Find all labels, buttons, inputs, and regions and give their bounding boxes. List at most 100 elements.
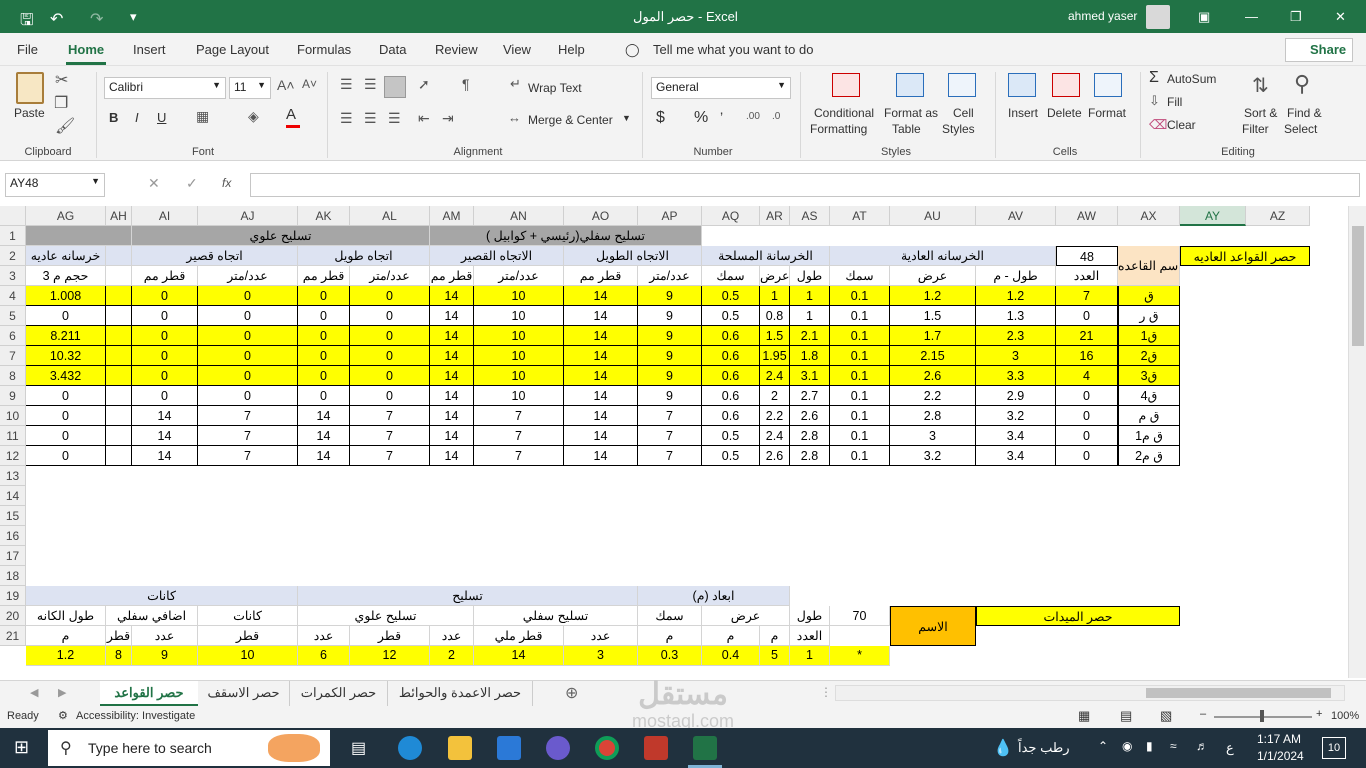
data-cell[interactable]: 1 (790, 286, 830, 306)
currency-icon[interactable]: $ (656, 109, 665, 127)
mail-icon[interactable] (497, 736, 521, 760)
zoom-slider-handle[interactable] (1260, 710, 1264, 722)
data-cell[interactable]: 2.8 (790, 446, 830, 466)
data-cell[interactable]: 0 (198, 306, 298, 326)
data-cell[interactable]: 14 (430, 386, 474, 406)
row-header[interactable]: 1 (0, 226, 26, 246)
data-cell[interactable]: 2.4 (760, 426, 790, 446)
copy-icon[interactable]: ❐ (54, 93, 68, 113)
data-cell[interactable]: 2.6 (760, 446, 790, 466)
undo-icon[interactable]: ↶ (50, 9, 63, 29)
header-name[interactable]: الاسم (890, 606, 976, 646)
data-cell[interactable]: 0 (350, 286, 430, 306)
number-format-select[interactable]: General ▼ (651, 77, 791, 99)
data-cell[interactable]: 0.4 (702, 646, 760, 666)
percent-icon[interactable]: % (694, 109, 708, 127)
data-cell[interactable]: 2.3 (976, 326, 1056, 346)
column-header[interactable]: AG (26, 206, 106, 226)
tab-scroll-left-icon[interactable]: ◀ (30, 686, 38, 699)
page-break-view-icon[interactable]: ▧ (1160, 708, 1172, 724)
header-thickness[interactable]: سمك (638, 606, 702, 626)
column-header[interactable]: AW (1056, 206, 1118, 226)
subheader-cell[interactable]: حجم م 3 (26, 266, 106, 286)
insert-cells-icon[interactable] (1008, 73, 1036, 97)
increase-font-icon[interactable]: A˄ (277, 77, 295, 93)
footing-name[interactable]: ق3 (1118, 366, 1180, 386)
data-cell[interactable]: 0 (26, 306, 106, 326)
subheader-cell[interactable]: قطر (106, 626, 132, 646)
vertical-scrollbar[interactable] (1348, 206, 1366, 678)
subheader-cell[interactable]: قطر مم (298, 266, 350, 286)
row-header[interactable]: 17 (0, 546, 26, 566)
data-cell[interactable] (106, 426, 132, 446)
row-header[interactable]: 15 (0, 506, 26, 526)
data-cell[interactable]: 0 (198, 366, 298, 386)
header-rebar[interactable]: تسليح (298, 586, 638, 606)
title-tie-beams-takeoff[interactable]: حصر الميدات (976, 606, 1180, 626)
comma-icon[interactable]: ’ (720, 109, 723, 125)
data-cell[interactable]: 7 (350, 446, 430, 466)
spreadsheet-grid[interactable]: AG AH AI AJ AK AL AM AN AO AP AQ AR AS AT AU AV AW AX AY AZ… (0, 206, 1348, 678)
data-cell[interactable]: 0 (132, 386, 198, 406)
data-cell[interactable]: 0 (350, 346, 430, 366)
data-cell[interactable] (106, 306, 132, 326)
column-header[interactable]: AT (830, 206, 890, 226)
column-header[interactable]: AM (430, 206, 474, 226)
subheader-cell[interactable]: العدد (790, 626, 830, 646)
formula-input[interactable] (250, 173, 1360, 197)
data-cell[interactable]: 0.5 (702, 306, 760, 326)
subheader-cell[interactable]: قطر مم (430, 266, 474, 286)
align-left-icon[interactable]: ☰ (340, 110, 353, 127)
data-cell[interactable]: * (830, 646, 890, 666)
menu-insert[interactable]: Insert (133, 42, 166, 57)
data-cell[interactable]: 0 (350, 366, 430, 386)
subheader-cell[interactable]: عدد (298, 626, 350, 646)
data-cell[interactable]: 2 (430, 646, 474, 666)
row-header[interactable]: 4 (0, 286, 26, 306)
normal-view-icon[interactable]: ▦ (1078, 708, 1090, 724)
title-footings-takeoff[interactable]: حصر القواعد العاديه (1180, 246, 1310, 266)
data-cell[interactable]: 0 (26, 446, 106, 466)
subheader-cell[interactable]: عدد (564, 626, 638, 646)
increase-decimal-icon[interactable]: .00 (746, 111, 760, 122)
data-cell[interactable]: 0 (26, 426, 106, 446)
data-cell[interactable]: 0 (298, 306, 350, 326)
subheader-cell[interactable] (106, 266, 132, 286)
data-cell[interactable]: 7 (474, 406, 564, 426)
data-cell[interactable]: 7 (350, 426, 430, 446)
row-header[interactable]: 5 (0, 306, 26, 326)
decrease-indent-icon[interactable]: ⇤ (418, 110, 430, 127)
column-header[interactable]: AN (474, 206, 564, 226)
cut-icon[interactable]: ✂ (55, 70, 68, 90)
ribbon-display-icon[interactable]: ▣ (1198, 9, 1210, 25)
data-cell[interactable]: 14 (132, 406, 198, 426)
data-cell[interactable]: 9 (638, 346, 702, 366)
data-cell[interactable]: 2.6 (890, 366, 976, 386)
data-cell[interactable]: 0.1 (830, 366, 890, 386)
insert-cells-button[interactable]: Insert (1008, 106, 1038, 120)
data-cell[interactable]: 0 (132, 326, 198, 346)
data-cell[interactable]: 2.1 (790, 326, 830, 346)
paste-button[interactable]: Paste (14, 106, 45, 120)
row-header[interactable]: 2 (0, 246, 26, 266)
clock-time[interactable]: 1:17 AM (1257, 732, 1301, 746)
row-header[interactable]: 19 (0, 586, 26, 606)
close-icon[interactable]: ✕ (1335, 9, 1346, 25)
data-cell[interactable]: 3.3 (976, 366, 1056, 386)
data-cell[interactable]: 9 (638, 286, 702, 306)
menu-page-layout[interactable]: Page Layout (196, 42, 269, 57)
horizontal-scrollbar[interactable] (835, 685, 1345, 701)
data-cell[interactable]: 14 (564, 366, 638, 386)
data-cell[interactable]: 14 (132, 446, 198, 466)
data-cell[interactable]: 0.1 (830, 326, 890, 346)
data-cell[interactable]: 14 (430, 346, 474, 366)
font-size-select[interactable]: 11 ▼ (229, 77, 271, 99)
data-cell[interactable]: 2.9 (976, 386, 1056, 406)
text-direction-icon[interactable]: ¶ (462, 76, 470, 92)
subheader-cell[interactable]: سمك (702, 266, 760, 286)
h-scrollbar-thumb[interactable] (1146, 688, 1331, 698)
data-cell[interactable]: 14 (564, 386, 638, 406)
data-cell[interactable]: 0 (1056, 306, 1118, 326)
header-tie-length[interactable]: طول الكانه (26, 606, 106, 626)
data-cell[interactable]: 10 (474, 386, 564, 406)
